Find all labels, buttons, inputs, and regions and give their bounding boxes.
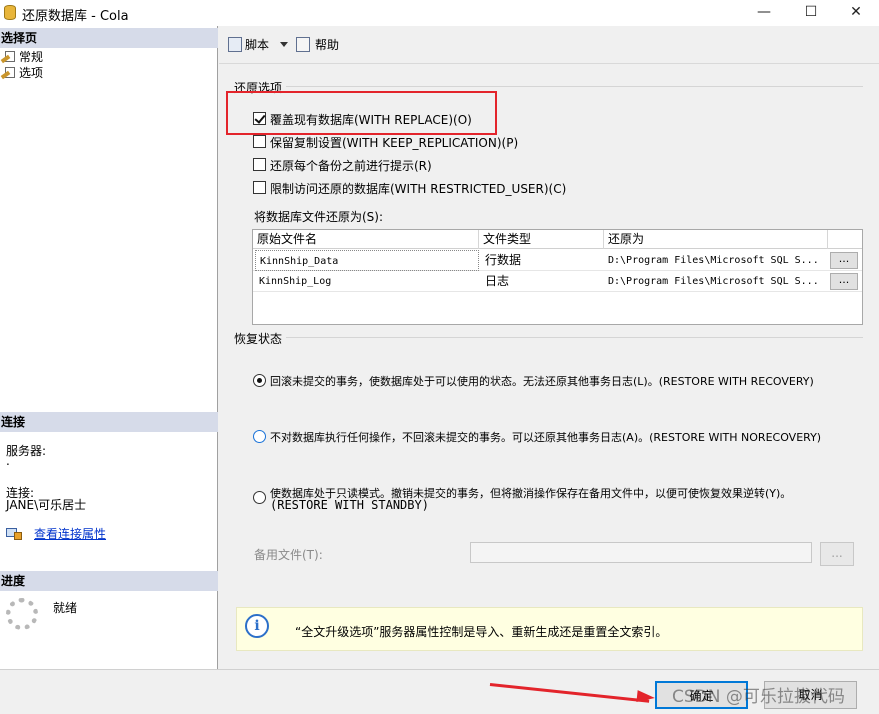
browse-button[interactable]: ... xyxy=(830,273,858,290)
standby-file-input[interactable] xyxy=(470,542,812,563)
prompt-before-restore-label: 还原每个备份之前进行提示(R) xyxy=(270,159,432,173)
annotation-arrow-head xyxy=(636,690,656,704)
connection-value: JANE\可乐居士 xyxy=(6,498,87,512)
table-row[interactable]: KinnShip_Log 日志 D:\Program Files\Microso… xyxy=(253,271,862,292)
column-header[interactable]: 文件类型 xyxy=(479,230,604,249)
restore-files-grid: 原始文件名 文件类型 还原为 KinnShip_Data 行数据 D:\Prog… xyxy=(252,229,863,325)
recovery-state-label: 恢复状态 xyxy=(234,330,287,347)
column-header[interactable]: 还原为 xyxy=(604,230,828,249)
standby-radio[interactable] xyxy=(253,491,266,504)
page-item-general[interactable]: 常规 xyxy=(0,49,43,65)
info-icon: i xyxy=(245,614,269,638)
browse-button[interactable]: ... xyxy=(830,252,858,269)
server-value: . xyxy=(6,454,10,468)
left-panel: 选择页 常规 选项 连接 服务器: . 连接: JANE\可乐居士 查看连接属性… xyxy=(0,26,218,669)
minimize-button[interactable]: — xyxy=(741,0,787,26)
select-page-header: 选择页 xyxy=(0,28,218,48)
table-row[interactable]: KinnShip_Data 行数据 D:\Program Files\Micro… xyxy=(253,250,862,271)
window-title: 还原数据库 - Cola xyxy=(22,9,129,24)
file-type-cell: 日志 xyxy=(485,274,510,288)
script-button[interactable]: 脚本 xyxy=(245,36,269,54)
server-label: 服务器: xyxy=(6,444,47,458)
connection-header: 连接 xyxy=(0,412,218,432)
toolbar: 脚本 帮助 xyxy=(219,26,879,64)
help-icon xyxy=(296,37,310,52)
server-connection-icon xyxy=(6,526,22,540)
standby-label-line2: (RESTORE WITH STANDBY) xyxy=(270,498,429,512)
database-icon xyxy=(4,5,16,20)
original-file-cell[interactable]: KinnShip_Log xyxy=(255,271,479,292)
keep-replication-checkbox[interactable] xyxy=(253,135,266,148)
group-divider xyxy=(234,337,863,338)
progress-spinner-icon xyxy=(6,598,38,630)
norecovery-label: 不对数据库执行任何操作，不回滚未提交的事务。可以还原其他事务日志(A)。(RES… xyxy=(270,431,822,444)
column-header[interactable]: 原始文件名 xyxy=(253,230,479,249)
progress-status: 就绪 xyxy=(53,601,78,615)
page-item-label: 选项 xyxy=(19,66,44,80)
watermark: CSDN @可乐拉拔代码 xyxy=(672,687,845,707)
view-connection-properties-link[interactable]: 查看连接属性 xyxy=(34,525,106,542)
close-button[interactable]: ✕ xyxy=(833,0,879,26)
restore-as-cell[interactable]: D:\Program Files\Microsoft SQL S... xyxy=(604,250,828,271)
recovery-radio[interactable] xyxy=(253,374,266,387)
options-content: 还原选项 覆盖现有数据库(WITH REPLACE)(O) 保留复制设置(WIT… xyxy=(219,65,879,669)
info-banner: i “全文升级选项”服务器属性控制是导入、重新生成还是重置全文索引。 xyxy=(236,607,863,651)
page-item-options[interactable]: 选项 xyxy=(0,65,43,81)
prompt-before-restore-checkbox[interactable] xyxy=(253,158,266,171)
progress-header: 进度 xyxy=(0,571,218,591)
recovery-label: 回滚未提交的事务，使数据库处于可以使用的状态。无法还原其他事务日志(L)。(RE… xyxy=(270,375,814,388)
group-divider xyxy=(234,86,863,87)
annotation-highlight-box xyxy=(226,91,497,135)
restore-as-cell[interactable]: D:\Program Files\Microsoft SQL S... xyxy=(604,271,828,292)
keep-replication-label: 保留复制设置(WITH KEEP_REPLICATION)(P) xyxy=(270,136,519,150)
title-bar: 还原数据库 - Cola — ☐ ✕ xyxy=(0,0,879,26)
restore-files-label: 将数据库文件还原为(S): xyxy=(254,210,384,224)
help-button[interactable]: 帮助 xyxy=(315,36,339,54)
script-dropdown-icon[interactable] xyxy=(280,42,288,47)
file-type-cell: 行数据 xyxy=(485,253,522,267)
original-file-cell[interactable]: KinnShip_Data xyxy=(255,250,479,271)
info-text: “全文升级选项”服务器属性控制是导入、重新生成还是重置全文索引。 xyxy=(295,625,668,639)
restrict-access-checkbox[interactable] xyxy=(253,181,266,194)
standby-browse-button[interactable]: ... xyxy=(820,542,854,566)
page-wrench-icon xyxy=(0,50,16,64)
page-item-label: 常规 xyxy=(19,50,44,64)
standby-file-label: 备用文件(T): xyxy=(254,548,323,562)
grid-header: 原始文件名 文件类型 还原为 xyxy=(253,230,862,249)
maximize-button[interactable]: ☐ xyxy=(788,0,834,26)
restrict-access-label: 限制访问还原的数据库(WITH RESTRICTED_USER)(C) xyxy=(270,182,567,196)
page-wrench-icon xyxy=(0,66,16,80)
script-icon xyxy=(228,37,242,52)
norecovery-radio[interactable] xyxy=(253,430,266,443)
